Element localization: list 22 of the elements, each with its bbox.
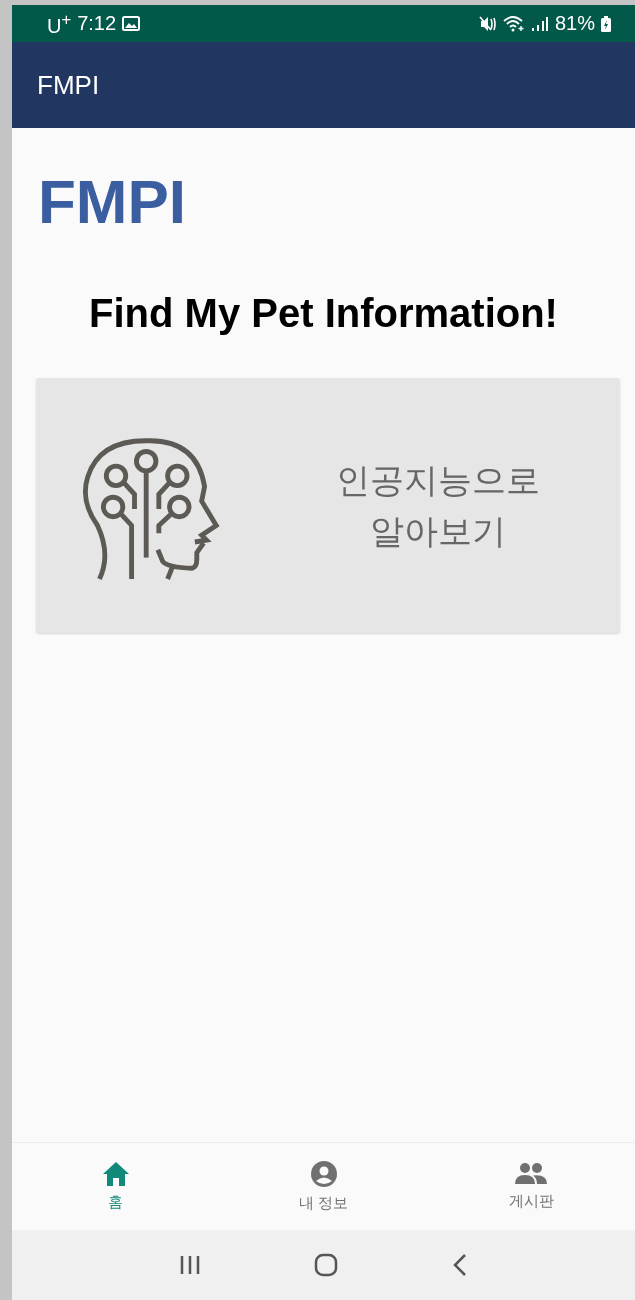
nav-tab[interactable]: 홈 bbox=[12, 1143, 220, 1230]
battery-percent: 81% bbox=[554, 12, 595, 35]
recent-apps-icon[interactable] bbox=[178, 1255, 201, 1275]
back-icon[interactable] bbox=[452, 1253, 469, 1277]
image-icon bbox=[122, 16, 141, 31]
nav-tab[interactable]: 내 정보 bbox=[219, 1143, 428, 1230]
signal-icon bbox=[530, 15, 549, 32]
ai-card[interactable]: 인공지능으로 알아보기 bbox=[36, 378, 620, 633]
heading: Find My Pet Information! bbox=[89, 291, 558, 336]
wifi-icon bbox=[502, 15, 525, 32]
status-time: 7:12 bbox=[77, 12, 117, 35]
carrier-text: U$^{+}$ bbox=[47, 9, 72, 38]
nav-tab[interactable]: 게시판 bbox=[427, 1143, 635, 1230]
card-label: 인공지능으로 알아보기 bbox=[335, 458, 541, 553]
people-icon bbox=[514, 1162, 549, 1186]
home-button-icon[interactable] bbox=[314, 1253, 339, 1277]
logo-text: FMPI bbox=[38, 166, 187, 237]
battery-icon bbox=[601, 15, 611, 32]
app-title: FMPI bbox=[37, 69, 100, 101]
mute-icon bbox=[478, 15, 497, 32]
profile-icon bbox=[309, 1160, 338, 1188]
home-icon bbox=[101, 1161, 130, 1187]
